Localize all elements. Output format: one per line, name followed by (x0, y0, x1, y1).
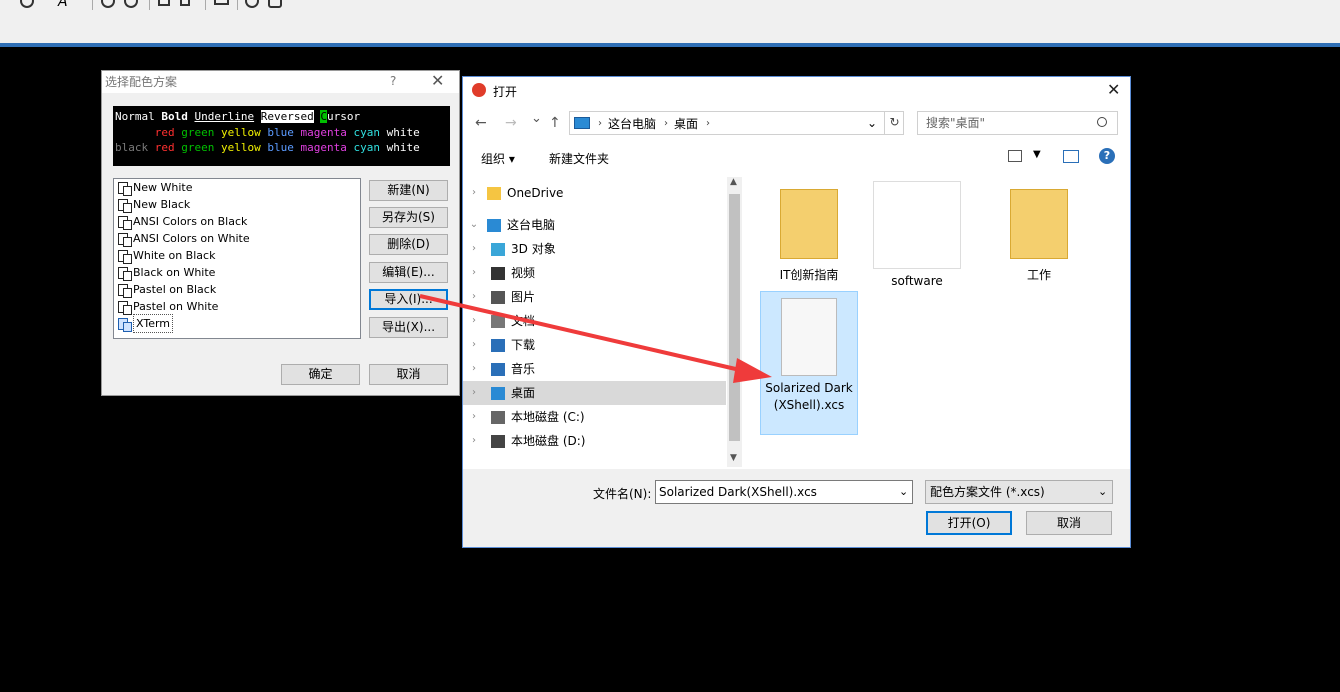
arrow-head (733, 358, 772, 383)
arrow-line (419, 294, 741, 372)
annotation-arrow (419, 294, 772, 383)
